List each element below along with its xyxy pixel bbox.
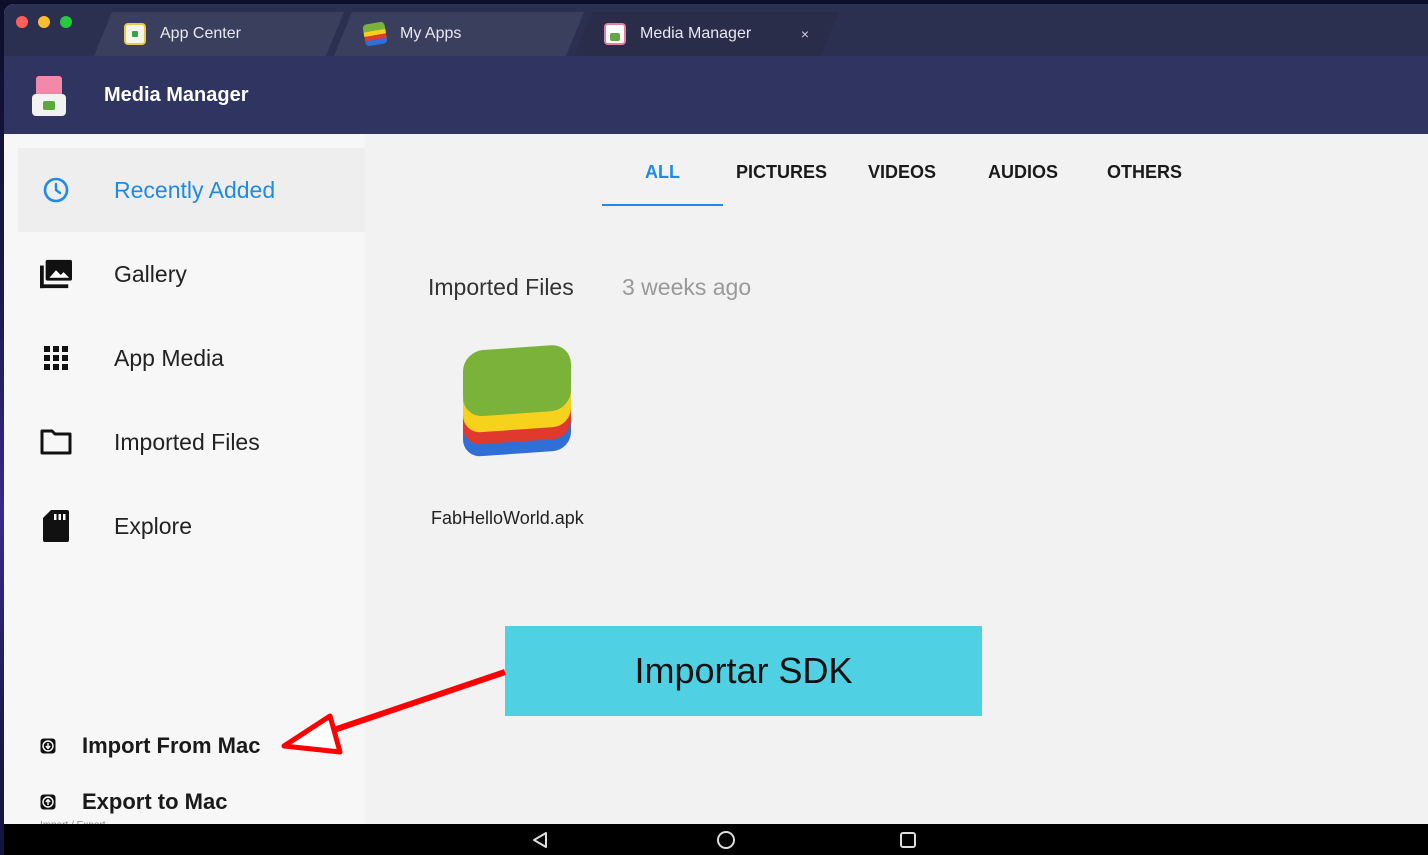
- tab-app-center[interactable]: App Center: [94, 12, 344, 56]
- tab-pictures[interactable]: PICTURES: [736, 162, 827, 183]
- sd-card-icon: [40, 510, 72, 542]
- app-center-icon: [124, 23, 146, 45]
- sidebar-item-label: Imported Files: [114, 428, 260, 455]
- tab-label: App Center: [160, 25, 241, 42]
- android-nav-bar: [4, 824, 1428, 855]
- tab-my-apps[interactable]: My Apps: [334, 12, 584, 56]
- recents-icon[interactable]: [896, 828, 920, 852]
- sidebar-item-app-media[interactable]: App Media: [18, 316, 365, 400]
- annotation-callout: Importar SDK: [505, 626, 982, 716]
- sidebar-item-label: Gallery: [114, 260, 187, 287]
- tab-audios[interactable]: AUDIOS: [988, 162, 1058, 183]
- export-to-mac-label: Export to Mac: [82, 789, 228, 814]
- home-icon[interactable]: [714, 828, 738, 852]
- my-apps-icon: [362, 21, 387, 46]
- filter-tabs: ALL PICTURES VIDEOS AUDIOS OTHERS: [365, 134, 1428, 210]
- file-tile[interactable]: FabHelloWorld.apk: [425, 344, 615, 534]
- minimize-window-button[interactable]: [38, 16, 50, 28]
- section-title: Imported Files: [428, 274, 574, 300]
- media-manager-icon: [604, 23, 626, 45]
- page-title: Media Manager: [104, 84, 249, 106]
- sidebar-item-label: App Media: [114, 344, 224, 371]
- maximize-window-button[interactable]: [60, 16, 72, 28]
- tab-label: Media Manager: [640, 25, 752, 42]
- tab-label: My Apps: [400, 25, 462, 42]
- close-tab-icon[interactable]: ×: [801, 26, 809, 42]
- media-manager-icon: [32, 76, 66, 116]
- sidebar-item-label: Recently Added: [114, 176, 276, 203]
- sidebar-item-recently-added[interactable]: Recently Added: [18, 148, 365, 232]
- sidebar-item-explore[interactable]: Explore: [18, 484, 365, 568]
- app-header: Media Manager: [4, 56, 1428, 134]
- export-to-mac-button[interactable]: Export to Mac: [40, 787, 227, 817]
- bluestacks-icon: [463, 345, 571, 457]
- import-icon: [40, 738, 56, 754]
- main-content: ALL PICTURES VIDEOS AUDIOS OTHERS Import…: [365, 134, 1428, 824]
- back-icon[interactable]: [528, 828, 552, 852]
- import-from-mac-label: Import From Mac: [82, 733, 261, 758]
- tab-videos[interactable]: VIDEOS: [868, 162, 936, 183]
- close-window-button[interactable]: [16, 16, 28, 28]
- tab-all[interactable]: ALL: [645, 162, 680, 183]
- sidebar-item-imported-files[interactable]: Imported Files: [18, 400, 365, 484]
- section-timestamp: 3 weeks ago: [622, 274, 752, 300]
- sidebar-item-gallery[interactable]: Gallery: [18, 232, 365, 316]
- annotation-text: Importar SDK: [634, 650, 853, 691]
- import-from-mac-button[interactable]: Import From Mac: [40, 731, 260, 761]
- app-window: App Center My Apps Media Manager × Media…: [4, 4, 1428, 855]
- gallery-icon: [40, 258, 72, 290]
- export-icon: [40, 794, 56, 810]
- folder-icon: [40, 426, 72, 458]
- grid-icon: [40, 342, 72, 374]
- tab-media-manager[interactable]: Media Manager ×: [574, 12, 839, 56]
- active-tab-indicator: [602, 204, 723, 206]
- sidebar-item-label: Explore: [114, 512, 192, 539]
- sidebar: Recently Added Gallery App Media Importe…: [4, 134, 365, 831]
- tab-bar: App Center My Apps Media Manager ×: [4, 4, 1428, 56]
- clock-icon: [40, 174, 72, 206]
- file-name: FabHelloWorld.apk: [431, 508, 584, 528]
- tab-others[interactable]: OTHERS: [1107, 162, 1182, 183]
